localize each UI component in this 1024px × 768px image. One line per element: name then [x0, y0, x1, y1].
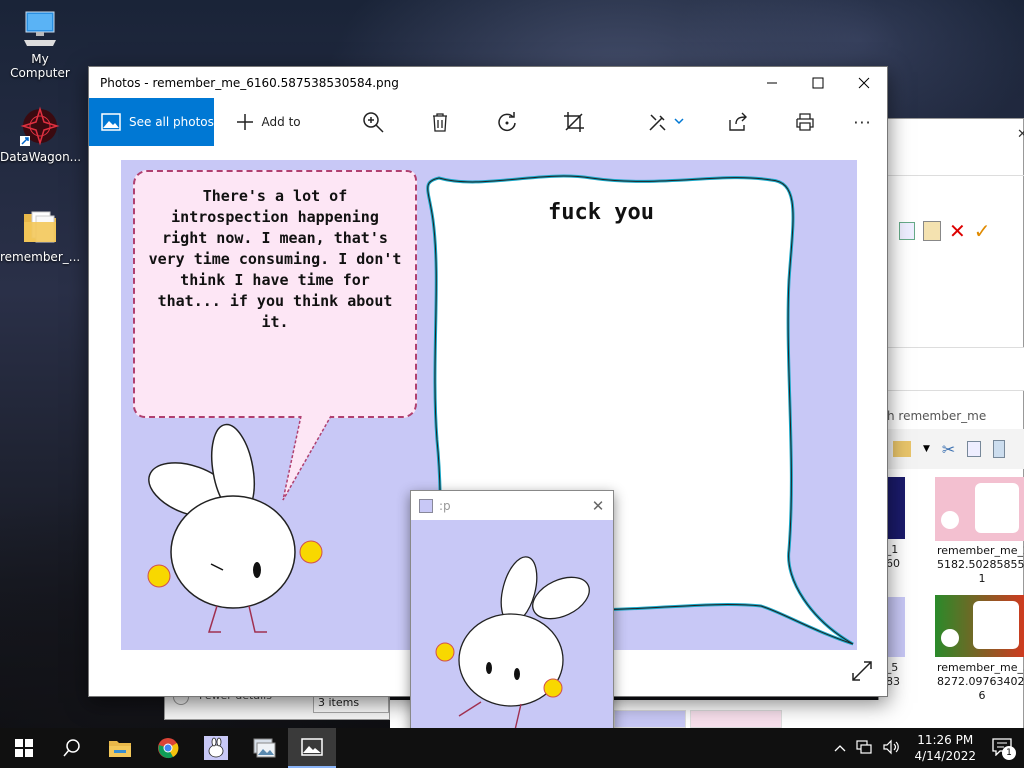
computer-icon — [20, 8, 60, 48]
start-button[interactable] — [0, 728, 48, 768]
datawagon-icon — [20, 106, 60, 146]
taskbar-image-viewer[interactable] — [240, 728, 288, 768]
minimize-button[interactable] — [749, 67, 795, 98]
popup-title: :p — [439, 498, 451, 513]
delete-button[interactable] — [415, 98, 464, 146]
paste-icon[interactable] — [923, 221, 941, 241]
view-icon[interactable] — [893, 441, 911, 457]
desktop-icon-my-computer[interactable]: My Computer — [0, 8, 80, 80]
search-icon — [63, 739, 80, 757]
popup-titlebar[interactable]: :p ✕ — [411, 491, 613, 520]
notification-count-badge: 1 — [1002, 745, 1016, 760]
taskbar-bunny-app[interactable] — [192, 728, 240, 768]
taskbar-file-explorer[interactable] — [96, 728, 144, 768]
search-button[interactable] — [48, 728, 96, 768]
printer-icon — [796, 113, 814, 131]
folder-icon — [109, 741, 131, 757]
volume-icon[interactable] — [878, 739, 904, 758]
rotate-icon — [498, 112, 516, 132]
see-all-photos-label: See all photos — [129, 115, 214, 129]
chevron-down-icon[interactable]: ▼ — [923, 444, 930, 454]
desktop-icon-datawagon[interactable]: DataWagon... — [0, 106, 82, 164]
maximize-icon — [812, 77, 824, 88]
maximize-button[interactable] — [795, 67, 841, 98]
explorer-ribbon-actions: ✕ ✓ — [899, 219, 991, 243]
explorer-search-box[interactable]: h remember_me — [887, 409, 986, 423]
taskbar-photos[interactable] — [288, 728, 336, 768]
desktop-icon-label: DataWagon... — [0, 150, 82, 164]
photos-toolbar: See all photos Add to ··· — [89, 98, 887, 146]
paste-icon[interactable] — [993, 440, 1006, 458]
close-button[interactable] — [841, 67, 887, 98]
add-to-button[interactable]: Add to — [214, 98, 322, 146]
network-icon[interactable] — [852, 739, 878, 758]
file-thumbnail[interactable] — [935, 477, 1024, 541]
fullscreen-expand-button[interactable] — [851, 660, 873, 685]
photos-icon — [301, 738, 323, 756]
share-button[interactable] — [714, 98, 763, 146]
background-explorer-window[interactable]: ✕ ✕ ✓ h remember_me ▼ ✂ e_1 960 remember_… — [878, 118, 1024, 730]
windows-logo-icon — [15, 739, 33, 757]
more-options-button[interactable]: ··· — [838, 98, 887, 146]
edit-draw-icon — [649, 114, 666, 131]
close-icon — [858, 77, 870, 88]
photos-icon — [101, 113, 121, 131]
notification-center-button[interactable]: 1 — [986, 737, 1024, 760]
print-button[interactable] — [781, 98, 830, 146]
file-name[interactable]: remember_me_2 5182.5028585554 1 — [937, 544, 1024, 586]
minimize-icon — [767, 82, 777, 83]
crop-icon — [564, 112, 585, 132]
add-to-label: Add to — [261, 115, 301, 129]
folder-icon — [20, 206, 60, 246]
popup-window[interactable]: :p ✕ — [410, 490, 614, 751]
desktop-icon-label: My Computer — [10, 52, 70, 80]
clock-date: 4/14/2022 — [914, 749, 976, 763]
image-viewer-icon — [253, 738, 276, 758]
cut-icon[interactable]: ✂ — [942, 440, 955, 459]
chevron-up-icon[interactable] — [828, 741, 852, 755]
app-icon — [419, 498, 433, 513]
rename-check-icon[interactable]: ✓ — [974, 219, 991, 243]
trash-icon — [432, 113, 447, 132]
ellipsis-icon: ··· — [853, 112, 872, 132]
close-icon[interactable]: ✕ — [1017, 127, 1024, 142]
popup-image — [411, 520, 613, 750]
desktop-icon-remember-folder[interactable]: remember_... — [0, 206, 80, 264]
clock[interactable]: 11:26 PM 4/14/2022 — [904, 732, 986, 764]
rotate-button[interactable] — [482, 98, 531, 146]
chrome-icon — [158, 738, 179, 759]
see-all-photos-button[interactable]: See all photos — [89, 98, 215, 146]
photos-titlebar[interactable]: Photos - remember_me_6160.587538530584.p… — [89, 67, 887, 98]
file-thumbnail[interactable] — [935, 595, 1024, 657]
share-icon — [729, 112, 748, 131]
taskbar-chrome[interactable] — [144, 728, 192, 768]
expand-icon — [852, 661, 872, 681]
copy-icon[interactable] — [899, 222, 915, 240]
delete-icon[interactable]: ✕ — [949, 219, 966, 243]
explorer-toolbar: ▼ ✂ — [879, 429, 1024, 469]
copy-icon[interactable] — [967, 441, 982, 457]
system-tray: 11:26 PM 4/14/2022 1 — [828, 728, 1024, 768]
plus-icon — [236, 114, 253, 130]
chevron-down-icon — [674, 118, 684, 125]
crop-button[interactable] — [550, 98, 599, 146]
desktop-icon-label: remember_... — [0, 250, 81, 264]
edit-menu-button[interactable] — [637, 98, 696, 146]
zoom-button[interactable] — [348, 98, 397, 146]
zoom-in-icon — [362, 112, 384, 133]
bunny-app-icon — [204, 736, 228, 760]
close-icon[interactable]: ✕ — [583, 497, 613, 515]
clock-time: 11:26 PM — [917, 733, 974, 747]
window-title: Photos - remember_me_6160.587538530584.p… — [100, 75, 399, 90]
dancing-bunny — [435, 556, 590, 731]
taskbar: 11:26 PM 4/14/2022 1 — [0, 728, 1024, 768]
file-name[interactable]: remember_me_5 8272.0976340202 6 — [937, 661, 1024, 703]
